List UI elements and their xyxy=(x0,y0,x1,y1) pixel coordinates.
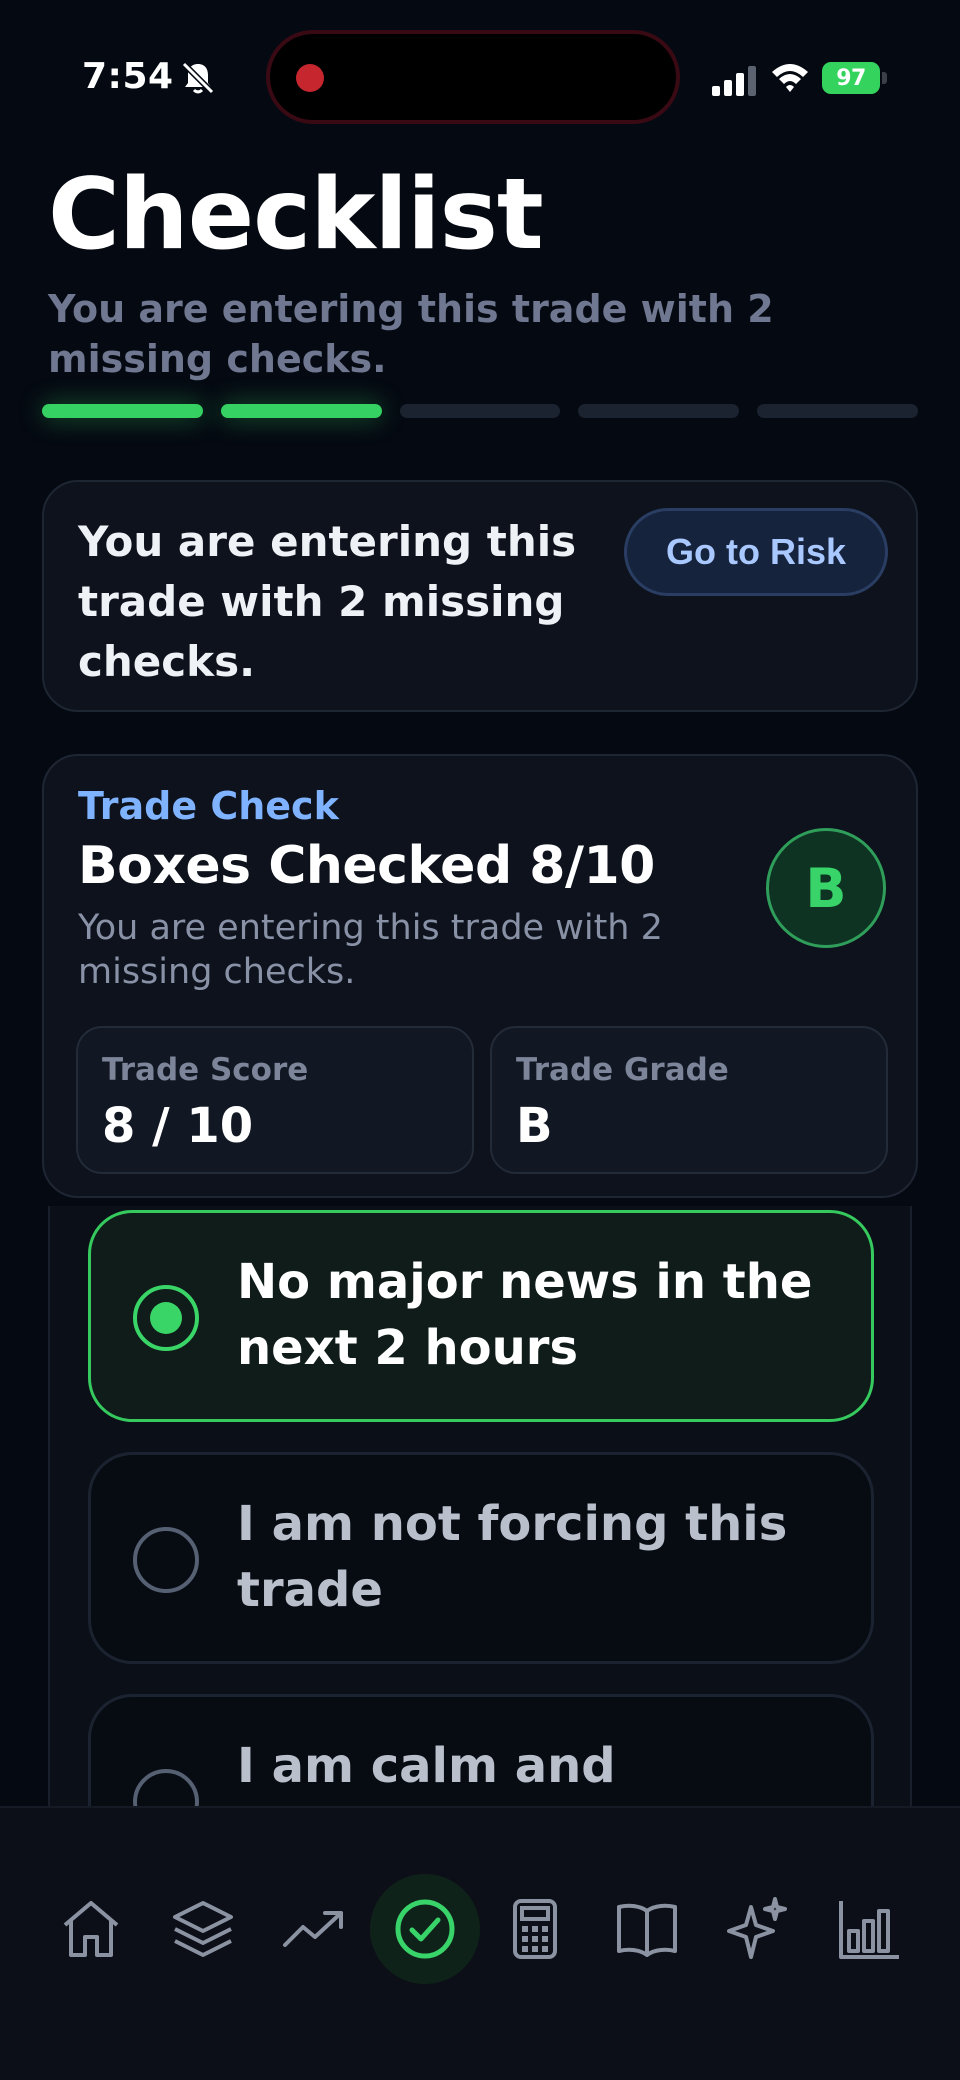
trade-grade-label: Trade Grade xyxy=(516,1052,729,1088)
trade-check-card: Trade Check Boxes Checked 8/10 You are e… xyxy=(42,754,918,1198)
trade-check-label: Trade Check xyxy=(78,784,339,828)
checklist-item-label: I am calm and thinking xyxy=(237,1738,616,1812)
sparkles-icon xyxy=(727,1897,787,1959)
missing-checks-card: You are entering this trade with 2 missi… xyxy=(42,480,918,712)
progress-segment xyxy=(42,404,203,418)
trade-score-label: Trade Score xyxy=(102,1052,309,1088)
radio-checked-icon[interactable] xyxy=(133,1285,199,1351)
progress-segment xyxy=(757,404,918,418)
bar-chart-icon xyxy=(839,1901,899,1959)
trade-score-box: Trade Score 8 / 10 xyxy=(76,1026,474,1174)
trade-check-description: You are entering this trade with 2 missi… xyxy=(78,908,663,992)
tab-trends[interactable] xyxy=(258,1874,368,1984)
go-to-risk-button[interactable]: Go to Risk xyxy=(624,508,888,596)
page-subtitle: You are entering this trade with 2 missi… xyxy=(48,287,774,381)
battery-indicator: 97 xyxy=(822,62,880,94)
trend-up-icon xyxy=(283,1911,343,1947)
progress-segment xyxy=(220,404,382,418)
tab-home[interactable] xyxy=(36,1874,146,1984)
checklist-progress xyxy=(42,404,918,420)
tab-checklist[interactable] xyxy=(370,1874,480,1984)
checklist-item-calm[interactable]: I am calm and thinking xyxy=(88,1694,874,1812)
trade-grade-value: B xyxy=(516,1098,553,1154)
tab-calculator[interactable] xyxy=(480,1874,590,1984)
grade-badge: B xyxy=(766,828,886,948)
battery-level: 97 xyxy=(836,65,866,91)
checklist-item-no-major-news[interactable]: No major news in the next 2 hours xyxy=(88,1210,874,1422)
trade-score-value: 8 / 10 xyxy=(102,1098,254,1154)
checklist-item-label: No major news in the next 2 hours xyxy=(237,1254,813,1376)
check-circle-icon xyxy=(395,1899,455,1959)
progress-segment xyxy=(399,404,561,418)
bell-slash-icon xyxy=(181,61,215,95)
status-bar: 7:54 97 xyxy=(0,0,960,160)
tab-journal[interactable] xyxy=(592,1874,702,1984)
missing-checks-message: You are entering this trade with 2 missi… xyxy=(78,517,577,686)
bottom-tab-bar xyxy=(0,1806,960,2080)
tab-layers[interactable] xyxy=(148,1874,258,1984)
tab-ai[interactable] xyxy=(702,1874,812,1984)
cellular-signal-icon xyxy=(712,66,756,96)
radio-unchecked-icon[interactable] xyxy=(133,1527,199,1593)
dynamic-island xyxy=(266,30,680,124)
checklist-item-label: I am not forcing this trade xyxy=(237,1496,788,1618)
wifi-icon xyxy=(772,64,808,92)
trade-grade-box: Trade Grade B xyxy=(490,1026,888,1174)
progress-segment xyxy=(578,404,740,418)
checklist-panel[interactable]: No major news in the next 2 hours I am n… xyxy=(48,1206,912,1812)
page-title: Checklist xyxy=(48,158,544,272)
layers-icon xyxy=(173,1901,233,1957)
home-icon xyxy=(63,1901,119,1957)
checklist-item-not-forcing[interactable]: I am not forcing this trade xyxy=(88,1452,874,1664)
boxes-checked-title: Boxes Checked 8/10 xyxy=(78,836,655,896)
tab-analytics[interactable] xyxy=(814,1874,924,1984)
status-time: 7:54 xyxy=(82,56,174,97)
battery-tip xyxy=(882,72,887,84)
recording-indicator-icon xyxy=(296,64,324,92)
calculator-icon xyxy=(513,1899,557,1959)
book-icon xyxy=(617,1903,677,1957)
